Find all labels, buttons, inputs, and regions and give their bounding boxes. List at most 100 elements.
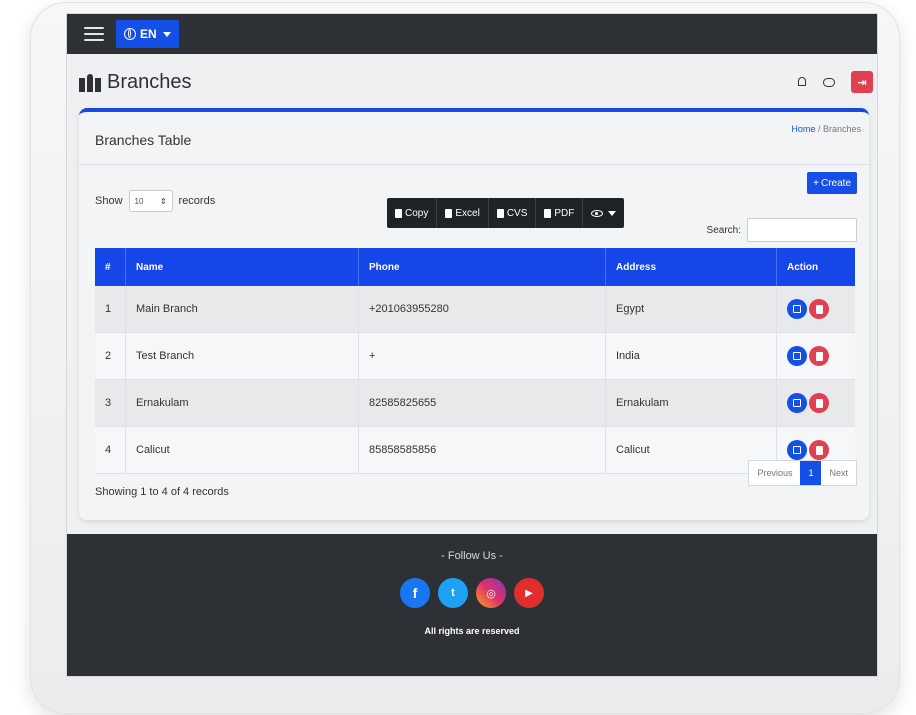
excel-icon (445, 208, 453, 218)
table-row: 2 Test Branch + India (95, 332, 855, 380)
caret-down-icon (608, 210, 617, 216)
social-links: f t ◎ ▶ (67, 578, 877, 608)
pdf-button[interactable]: PDF (536, 198, 584, 228)
chat-icon[interactable] (823, 75, 837, 89)
excel-label: Excel (455, 207, 480, 219)
breadcrumb-home[interactable]: Home (791, 124, 815, 134)
edit-button[interactable] (787, 299, 807, 319)
follow-us-label: - Follow Us - (441, 550, 503, 562)
pdf-label: PDF (554, 207, 575, 219)
page-title: Branches (107, 70, 192, 93)
export-toolbar: Copy Excel CVS PDF (387, 198, 625, 228)
instagram-icon[interactable]: ◎ (476, 578, 506, 608)
table-row: 4 Calicut 85858585856 Calicut (95, 426, 855, 474)
breadcrumb: Home / Branches (791, 124, 861, 134)
bell-icon[interactable] (795, 75, 809, 89)
branch-name: Calicut (125, 426, 359, 474)
branch-name: Test Branch (125, 332, 359, 380)
length-prefix: Show (95, 195, 123, 207)
sort-caret-icon: ⇕ (159, 196, 167, 206)
map-icon (79, 72, 101, 92)
branch-address: Ernakulam (605, 379, 777, 427)
pagination-previous[interactable]: Previous (749, 461, 800, 485)
eye-icon (591, 209, 604, 217)
branch-address: India (605, 332, 777, 380)
table-header-row: # Name Phone Address Action (95, 248, 855, 286)
copy-button[interactable]: Copy (387, 198, 438, 228)
branch-phone: 85858585856 (358, 426, 606, 474)
row-actions (776, 286, 855, 333)
language-dropdown[interactable]: EN (116, 20, 179, 48)
edit-icon (793, 446, 801, 454)
language-label: EN (140, 27, 157, 41)
top-navbar: EN (67, 14, 877, 54)
column-header-phone[interactable]: Phone (358, 248, 606, 286)
search-label: Search: (706, 224, 741, 236)
delete-button[interactable] (809, 440, 829, 460)
trash-icon (815, 304, 823, 314)
pdf-icon (544, 208, 552, 218)
copy-icon (395, 208, 402, 218)
create-label: Create (820, 177, 851, 189)
delete-button[interactable] (809, 346, 829, 366)
pagination-page-1[interactable]: 1 (800, 461, 822, 485)
edit-icon (793, 352, 801, 360)
csv-icon (496, 208, 504, 218)
card-title: Branches Table (95, 132, 192, 148)
table-row: 3 Ernakulam 82585825655 Ernakulam (95, 379, 855, 427)
youtube-icon[interactable]: ▶ (514, 578, 544, 608)
length-suffix: records (178, 195, 216, 207)
records-per-page-select[interactable]: 10 ⇕ (128, 190, 173, 212)
column-header-number[interactable]: # (95, 248, 126, 286)
header-actions: ⇥ (795, 71, 873, 93)
row-number: 3 (95, 379, 126, 427)
row-number: 4 (95, 426, 126, 474)
edit-icon (793, 305, 801, 313)
edit-icon (793, 399, 801, 407)
trash-icon (815, 398, 823, 408)
length-value: 10 (134, 196, 144, 206)
pagination-next[interactable]: Next (821, 461, 856, 485)
branch-phone: 82585825655 (358, 379, 606, 427)
delete-button[interactable] (809, 299, 829, 319)
branch-phone: + (358, 332, 606, 380)
footer: - Follow Us - f t ◎ ▶ All rights are res… (67, 534, 877, 676)
row-number: 1 (95, 286, 126, 333)
csv-label: CVS (506, 207, 528, 219)
edit-button[interactable] (787, 440, 807, 460)
hamburger-icon[interactable] (84, 27, 104, 41)
globe-icon (124, 28, 136, 40)
row-actions (776, 379, 855, 427)
edit-button[interactable] (787, 393, 807, 413)
twitter-icon[interactable]: t (438, 578, 468, 608)
records-info: Showing 1 to 4 of 4 records (95, 486, 229, 498)
row-number: 2 (95, 332, 126, 380)
excel-button[interactable]: Excel (437, 198, 489, 228)
trash-icon (815, 351, 823, 361)
create-button[interactable]: + Create (807, 172, 857, 194)
trash-icon (815, 445, 823, 455)
edit-button[interactable] (787, 346, 807, 366)
page-header: Branches ⇥ (67, 54, 877, 110)
breadcrumb-current: Branches (822, 124, 861, 134)
table-row: 1 Main Branch +201063955280 Egypt (95, 286, 855, 333)
copy-label: Copy (405, 207, 429, 219)
column-header-action[interactable]: Action (776, 248, 855, 286)
pagination: Previous 1 Next (748, 460, 857, 486)
branch-name: Main Branch (125, 286, 359, 333)
column-header-name[interactable]: Name (125, 248, 359, 286)
column-header-address[interactable]: Address (605, 248, 777, 286)
delete-button[interactable] (809, 393, 829, 413)
copyright-text: All rights are reserved (424, 626, 520, 636)
logout-icon: ⇥ (857, 76, 867, 89)
branch-name: Ernakulam (125, 379, 359, 427)
breadcrumb-separator: / (817, 124, 821, 134)
logout-button[interactable]: ⇥ (851, 71, 873, 93)
search-input[interactable] (747, 218, 857, 242)
plus-icon: + (813, 177, 819, 189)
row-actions (776, 332, 855, 380)
facebook-icon[interactable]: f (400, 578, 430, 608)
caret-down-icon (162, 31, 171, 37)
column-visibility-button[interactable] (583, 198, 624, 228)
csv-button[interactable]: CVS (489, 198, 537, 228)
